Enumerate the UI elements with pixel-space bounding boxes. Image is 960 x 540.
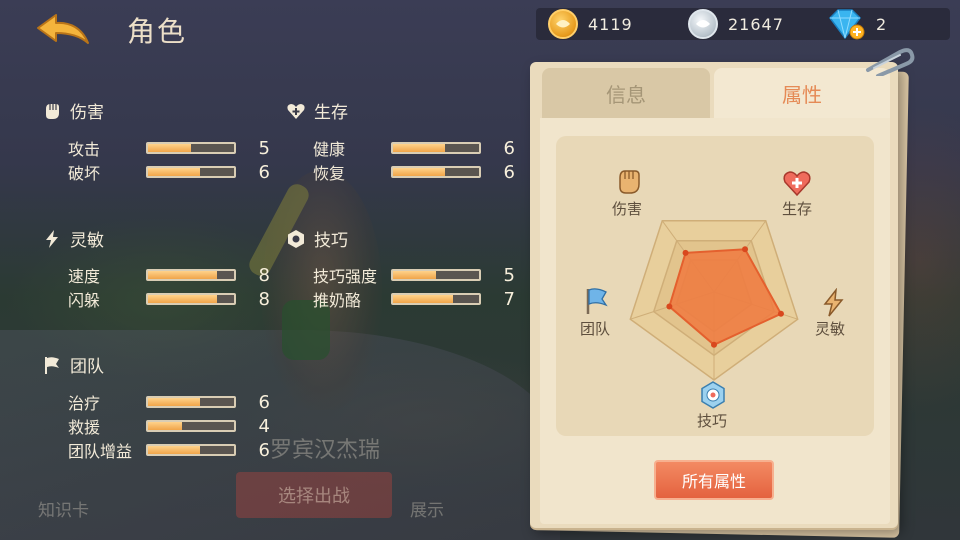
stat-dodge: 闪躲 8	[68, 288, 270, 311]
section-survival-title: 生存	[314, 103, 348, 123]
stat-bar	[391, 142, 481, 154]
radar-label-agility: 灵敏	[815, 320, 846, 338]
stat-attack: 攻击 5	[68, 137, 270, 160]
diamond-currency[interactable]: 2	[826, 8, 887, 40]
flag-icon	[586, 288, 608, 314]
select-battle-faded: 选择出战	[236, 472, 392, 518]
back-button[interactable]	[34, 12, 92, 48]
diamond-icon	[829, 9, 865, 40]
stat-bar	[146, 166, 236, 178]
fist-icon	[619, 170, 640, 194]
skill-gear-icon	[288, 229, 304, 248]
tab-info[interactable]: 信息	[542, 68, 710, 118]
stat-bar	[146, 396, 236, 408]
fist-icon	[46, 103, 59, 119]
gold-coin-icon	[548, 9, 578, 39]
stat-value: 6	[258, 161, 270, 183]
stat-label: 团队增益	[68, 442, 133, 461]
character-name-faded: 罗宾汉杰瑞	[270, 438, 381, 463]
stat-value: 7	[503, 288, 515, 310]
stat-value: 5	[503, 264, 515, 286]
radar-label-skill: 技巧	[697, 412, 728, 430]
radar-label-survival: 生存	[782, 200, 813, 218]
flag-icon	[45, 356, 59, 374]
stat-bar	[146, 444, 236, 456]
section-skill-header: 技巧	[286, 226, 348, 251]
stat-label: 闪躲	[68, 291, 101, 310]
stat-value: 6	[503, 137, 515, 159]
stat-value: 6	[258, 439, 270, 461]
all-attributes-button[interactable]: 所有属性	[654, 460, 774, 500]
stat-label: 推奶酪	[313, 291, 362, 310]
gold-currency: 4119	[548, 8, 633, 40]
paperclip-icon	[866, 48, 915, 76]
stat-label: 破坏	[68, 164, 101, 183]
silver-currency: 21647	[688, 8, 784, 40]
heart-plus-icon	[783, 171, 811, 197]
stat-rescue: 救援 4	[68, 415, 270, 438]
heart-plus-icon	[287, 103, 305, 119]
radar-label-team: 团队	[580, 320, 611, 338]
silver-amount: 21647	[728, 14, 784, 34]
stat-value: 4	[258, 415, 270, 437]
section-survival-header: 生存	[286, 98, 348, 123]
stat-label: 救援	[68, 418, 101, 437]
game-screen: 罗宾汉杰瑞 知识卡 选择出战 展示 角色 4119 21647 2 伤害 攻击 …	[0, 0, 960, 540]
skill-gear-icon	[701, 381, 725, 409]
radar-label-damage: 伤害	[612, 200, 643, 218]
stat-bar	[391, 293, 481, 305]
stat-label: 恢复	[313, 164, 346, 183]
stat-skill-power: 技巧强度 5	[313, 264, 515, 287]
silver-coin-icon	[688, 9, 718, 39]
stat-health: 健康 6	[313, 137, 515, 160]
section-agility-title: 灵敏	[70, 231, 104, 251]
stat-recovery: 恢复 6	[313, 161, 515, 184]
stat-value: 5	[258, 137, 270, 159]
page-title: 角色	[127, 15, 188, 48]
stat-push-cheese: 推奶酪 7	[313, 288, 515, 311]
stat-destroy: 破坏 6	[68, 161, 270, 184]
stat-bar	[146, 420, 236, 432]
stat-bar	[146, 142, 236, 154]
stat-label: 攻击	[68, 140, 101, 159]
stat-value: 8	[258, 288, 270, 310]
stat-label: 速度	[68, 267, 101, 286]
stat-speed: 速度 8	[68, 264, 270, 287]
gold-amount: 4119	[588, 14, 633, 34]
knowledge-card-faded: 知识卡	[38, 501, 89, 521]
stat-value: 8	[258, 264, 270, 286]
stat-value: 6	[503, 161, 515, 183]
section-agility-header: 灵敏	[42, 226, 104, 251]
display-faded: 展示	[410, 501, 444, 521]
section-skill-title: 技巧	[314, 231, 348, 251]
lightning-icon	[823, 288, 844, 317]
stat-bar	[146, 293, 236, 305]
section-team-header: 团队	[42, 352, 104, 377]
stat-label: 技巧强度	[313, 267, 378, 286]
lightning-icon	[46, 229, 58, 248]
section-damage-title: 伤害	[70, 103, 104, 123]
stat-value: 6	[258, 391, 270, 413]
stat-bar	[146, 269, 236, 281]
stat-bar	[391, 166, 481, 178]
stat-team-buff: 团队增益 6	[68, 439, 270, 462]
section-team-title: 团队	[70, 357, 104, 377]
diamond-amount: 2	[876, 14, 888, 34]
stat-label: 治疗	[68, 394, 101, 413]
stat-bar	[391, 269, 481, 281]
section-damage-header: 伤害	[42, 98, 104, 123]
stat-heal: 治疗 6	[68, 391, 270, 414]
stat-label: 健康	[313, 140, 346, 159]
back-arrow-icon	[37, 14, 89, 44]
